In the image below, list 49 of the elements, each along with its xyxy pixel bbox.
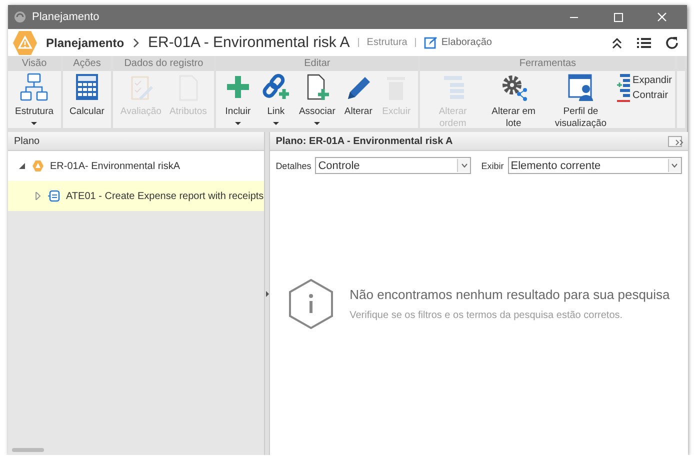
- ribbon-button[interactable]: Alterar em lote: [482, 71, 545, 130]
- maximize-icon[interactable]: [612, 11, 624, 23]
- user-window-icon: [566, 73, 596, 103]
- group-label: Visão: [8, 56, 61, 71]
- refresh-icon[interactable]: [665, 36, 679, 50]
- record-title: ER-01A - Environmental risk A: [148, 34, 350, 51]
- ribbon-button[interactable]: Associar: [294, 71, 340, 128]
- window-title: Planejamento: [32, 11, 100, 23]
- warning-icon: [32, 160, 44, 172]
- expand-panel-button[interactable]: [668, 136, 682, 146]
- info-icon: [288, 278, 334, 330]
- ribbon-button[interactable]: Incluir: [218, 71, 257, 128]
- empty-state-hint: Verifique se os filtros e os termos da pesquisa estão corretos.: [350, 310, 624, 320]
- chevron-icon: [132, 38, 140, 48]
- ribbon-button[interactable]: Estrutura: [11, 71, 58, 128]
- task-icon: [48, 190, 60, 202]
- tree-item[interactable]: ER-01A- Environmental riskA: [8, 151, 264, 181]
- tree-item[interactable]: ATE01 - Create Expense report with receipts: [8, 181, 264, 211]
- collapse-tree-icon: [616, 89, 630, 102]
- edit-icon: [424, 36, 438, 49]
- group-label: Dados do registro: [113, 56, 214, 71]
- close-icon[interactable]: [656, 11, 668, 23]
- empty-state-title: Não encontramos nenhum resultado para sua pesquisa: [350, 286, 670, 302]
- ribbon-button[interactable]: Calcular: [66, 71, 108, 128]
- expand-icon: [616, 74, 630, 87]
- module-name[interactable]: Planejamento: [46, 36, 124, 50]
- list-icon[interactable]: [637, 36, 651, 48]
- ribbon-button[interactable]: Expandir: [616, 74, 672, 87]
- ribbon-button[interactable]: Alterar: [339, 71, 378, 128]
- collapse-icon[interactable]: [611, 36, 623, 48]
- hierarchy-icon: [19, 73, 50, 103]
- group-label: Editar: [216, 56, 418, 71]
- header-tab[interactable]: Estrutura: [366, 37, 408, 48]
- panel-title: Plano: ER-01A - Environmental risk A: [276, 136, 453, 146]
- double-chevron-icon: [674, 138, 684, 146]
- group-label: Ferramentas: [420, 56, 675, 71]
- expanded-icon[interactable]: [18, 162, 26, 170]
- header-tab[interactable]: Elaboração: [424, 36, 492, 49]
- ribbon-button[interactable]: Contrair: [616, 89, 672, 102]
- field-label: Detalhes: [276, 160, 312, 170]
- panel-header: Plano: [8, 132, 264, 151]
- dropdown-field[interactable]: Elemento corrente: [508, 157, 682, 174]
- group-label: Ações: [62, 56, 112, 71]
- app-icon: [14, 11, 26, 23]
- field-label: Exibir: [481, 160, 504, 170]
- ribbon-button[interactable]: Link: [256, 71, 295, 128]
- dropdown-field[interactable]: Controle: [315, 157, 472, 174]
- collapsed-icon[interactable]: [34, 192, 42, 200]
- ribbon-button[interactable]: Perfil de visualização: [544, 71, 617, 130]
